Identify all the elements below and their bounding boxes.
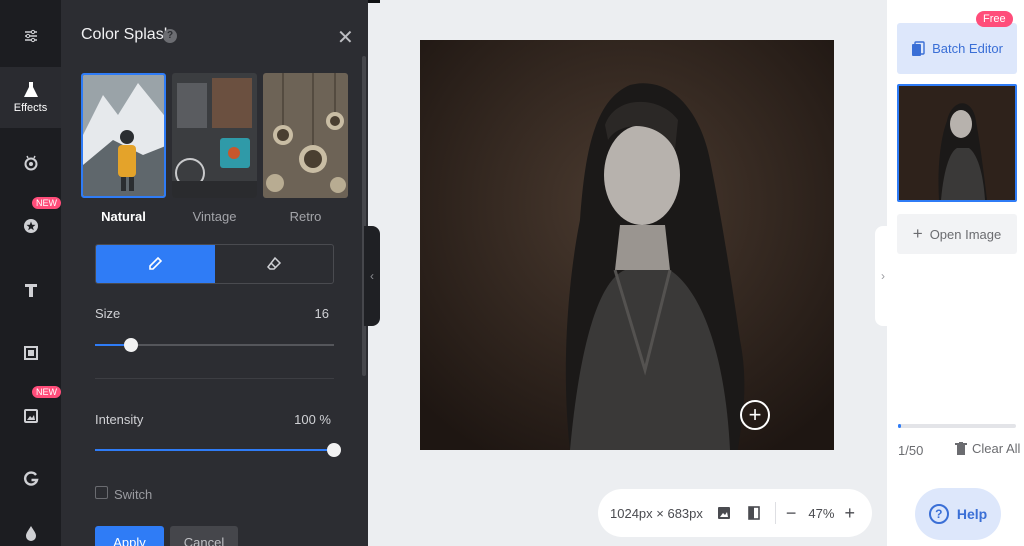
upload-progress <box>898 424 1016 428</box>
panel-scrollbar[interactable] <box>362 56 366 376</box>
help-button[interactable]: ? Help <box>915 488 1001 540</box>
layers-icon <box>912 40 925 56</box>
upload-progress-fill <box>898 424 901 428</box>
open-image-label: Open Image <box>929 226 1002 242</box>
cancel-button[interactable]: Cancel <box>170 526 238 546</box>
image-list-panel: Batch Editor Free + Open Image <box>887 0 1024 546</box>
app-root: Effects NEW NEW Color Splash ? ✕ Natural… <box>0 0 1024 546</box>
collapse-panel-button[interactable]: ‹ <box>364 226 380 326</box>
apply-button[interactable]: Apply <box>95 526 164 546</box>
preset-vintage[interactable] <box>172 73 257 198</box>
frame-tool[interactable] <box>0 335 61 371</box>
tool-rail: Effects NEW NEW <box>0 0 61 546</box>
overlay-tool[interactable] <box>0 398 61 434</box>
eraser-button[interactable] <box>215 245 334 283</box>
adjust-tool[interactable] <box>0 16 61 56</box>
plus-icon: + <box>748 402 762 427</box>
sliders-icon <box>24 29 37 43</box>
text-tool[interactable] <box>0 272 61 308</box>
plus-icon: + <box>912 224 923 243</box>
size-label: Size <box>95 306 121 321</box>
intensity-label: Intensity <box>95 412 144 427</box>
switch-label: Switch <box>114 487 153 502</box>
new-badge: NEW <box>32 386 61 398</box>
preset-retro[interactable] <box>263 73 348 198</box>
brush-mode-toggle <box>95 244 334 284</box>
batch-editor-label: Batch Editor <box>932 41 1003 56</box>
effects-label: Effects <box>13 102 48 114</box>
switch-checkbox[interactable] <box>95 486 108 499</box>
eye-tool[interactable] <box>0 145 61 181</box>
zoom-out-button[interactable]: − <box>786 503 797 524</box>
chevron-right-icon: › <box>881 269 885 283</box>
image-dimensions: 1024px × 683px <box>610 505 703 521</box>
question-icon: ? <box>928 504 949 524</box>
add-image-button[interactable]: + <box>740 400 770 430</box>
zoom-level: 47% <box>808 505 835 521</box>
help-label: Help <box>956 506 988 522</box>
star-icon <box>23 219 38 233</box>
size-value: 16 <box>314 306 329 321</box>
eraser-icon <box>266 256 281 270</box>
zoom-in-button[interactable]: + <box>844 503 855 524</box>
preset-label: Retro <box>289 209 322 224</box>
close-icon[interactable]: ✕ <box>337 25 354 50</box>
divider <box>774 502 776 524</box>
intensity-slider-knob[interactable] <box>327 443 341 457</box>
size-slider-knob[interactable] <box>124 338 138 352</box>
preset-label: Natural <box>101 209 146 224</box>
panel-title: Color Splash <box>81 26 173 43</box>
intensity-value: 100 % <box>294 412 331 427</box>
photo-icon <box>23 409 38 423</box>
text-icon <box>24 284 37 297</box>
photo-preview[interactable] <box>420 40 834 450</box>
clear-all-button[interactable]: Clear All <box>955 441 1020 456</box>
image-icon[interactable] <box>715 504 733 522</box>
eye-icon <box>24 155 37 171</box>
g-tool[interactable] <box>0 461 61 497</box>
effects-tool[interactable]: Effects <box>0 67 61 128</box>
brush-icon <box>149 256 163 270</box>
frame-icon <box>23 346 38 360</box>
image-thumbnail[interactable] <box>897 84 1017 202</box>
canvas-toolbar: 1024px × 683px − 47% + <box>598 489 872 537</box>
intensity-slider[interactable] <box>95 443 341 457</box>
sticker-tool[interactable] <box>0 208 61 244</box>
trash-icon <box>955 441 967 455</box>
preset-natural[interactable] <box>81 73 166 198</box>
compare-icon[interactable] <box>745 504 763 522</box>
image-count: 1/50 <box>898 443 924 458</box>
free-badge: Free <box>976 11 1013 27</box>
drop-icon <box>25 526 36 541</box>
divider <box>95 378 334 379</box>
g-icon <box>23 471 39 486</box>
batch-editor-button[interactable]: Batch Editor <box>897 23 1017 74</box>
color-splash-panel: Color Splash ? ✕ Natural Vintage Retro S… <box>61 0 368 546</box>
question-icon[interactable]: ? <box>163 29 177 43</box>
size-slider[interactable] <box>95 338 334 352</box>
chevron-left-icon: ‹ <box>370 269 374 283</box>
new-badge: NEW <box>32 197 61 209</box>
preset-label: Vintage <box>192 209 237 224</box>
open-image-button[interactable]: + Open Image <box>897 214 1017 254</box>
brush-button[interactable] <box>96 245 215 283</box>
clear-all-label: Clear All <box>972 441 1021 456</box>
intensity-slider-fill <box>95 449 334 451</box>
flask-icon <box>23 82 38 97</box>
drop-tool[interactable] <box>0 520 61 546</box>
